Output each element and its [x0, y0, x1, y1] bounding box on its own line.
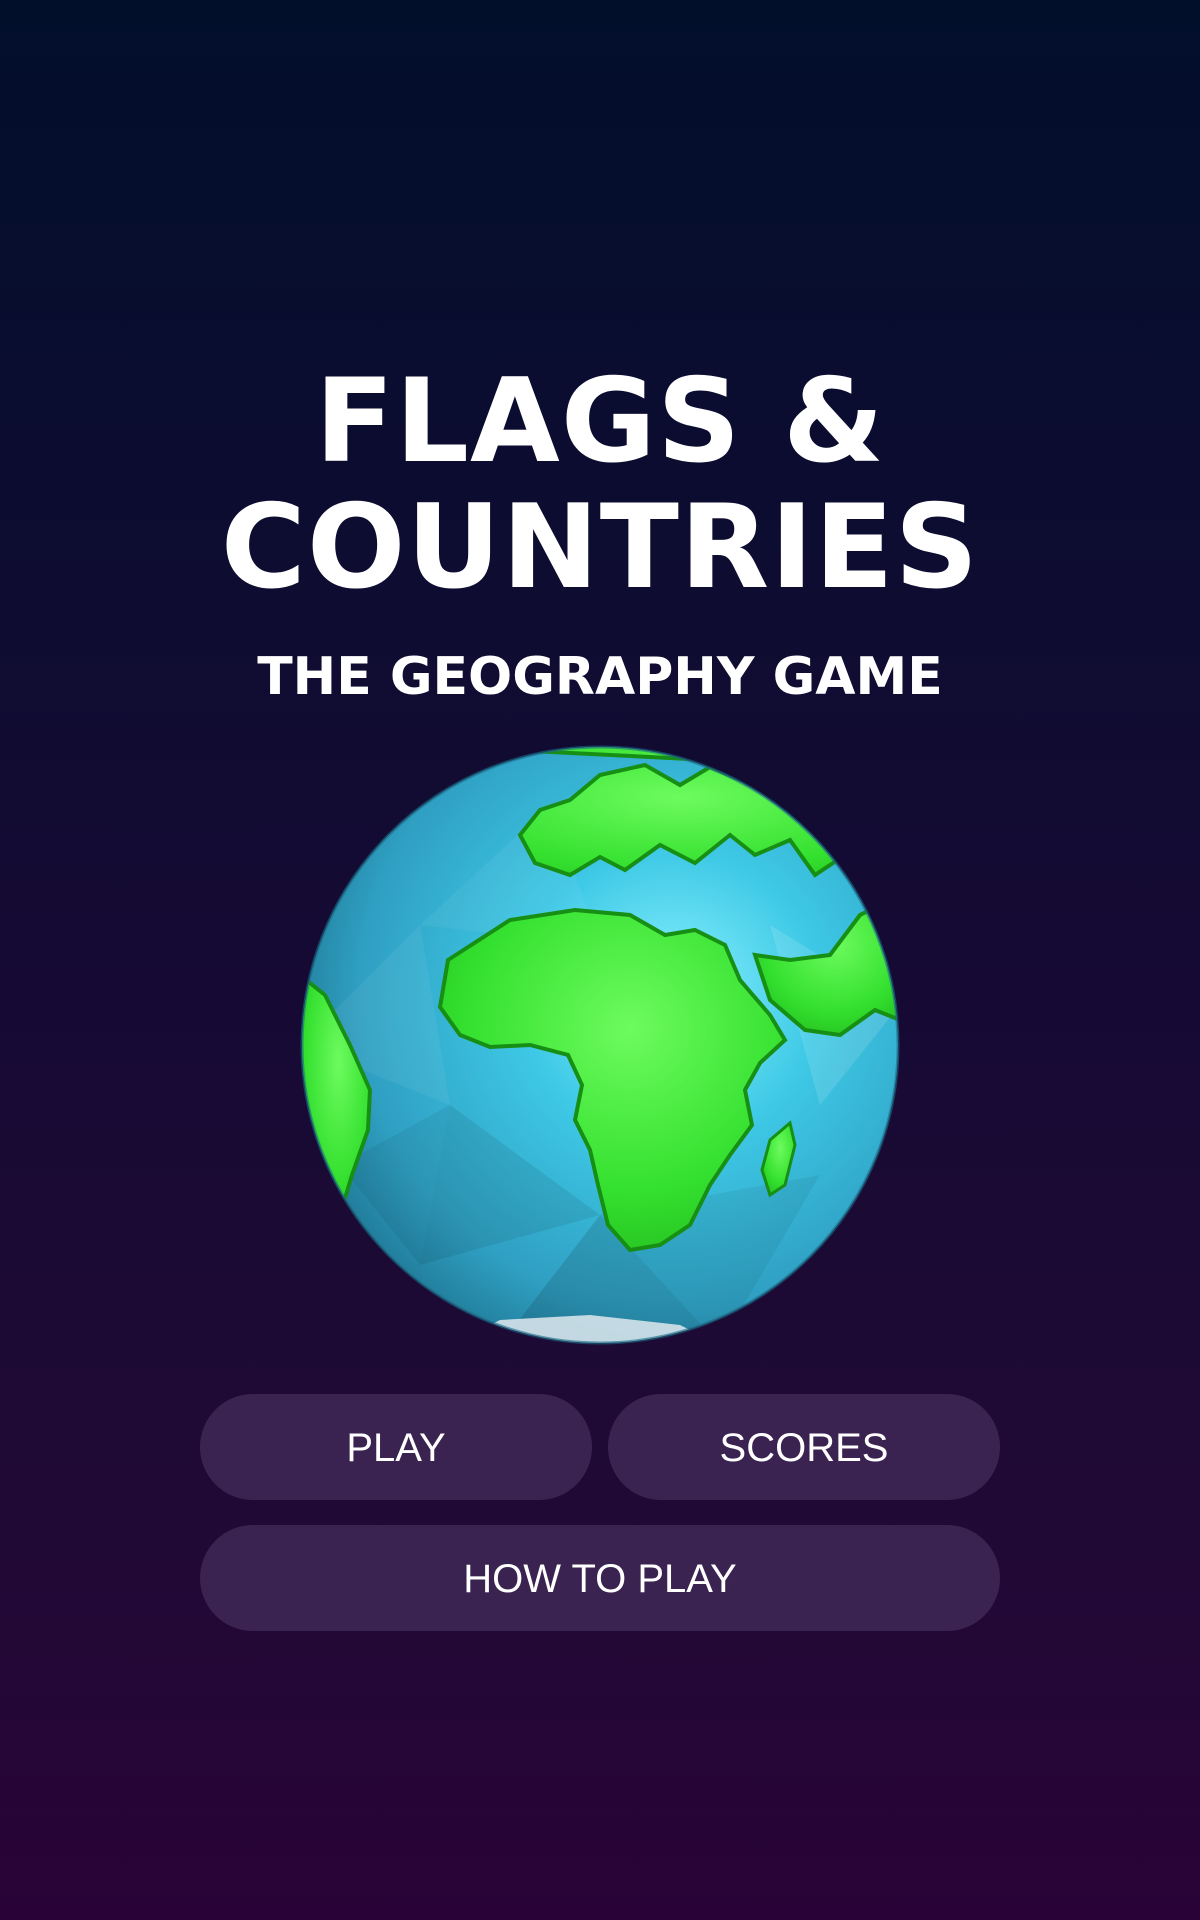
earth-globe-icon — [300, 745, 900, 1345]
game-subtitle: THE GEOGRAPHY GAME — [257, 647, 943, 707]
how-to-play-button[interactable]: HOW TO PLAY — [200, 1525, 1000, 1631]
game-title-line-1: FLAGS & — [314, 354, 886, 489]
scores-button[interactable]: SCORES — [608, 1394, 1000, 1500]
main-menu-screen: FLAGS & COUNTRIES THE GEOGRAPHY GAME PLA… — [0, 0, 1200, 1920]
game-title-line-2: COUNTRIES — [220, 480, 980, 615]
play-button[interactable]: PLAY — [200, 1394, 592, 1500]
